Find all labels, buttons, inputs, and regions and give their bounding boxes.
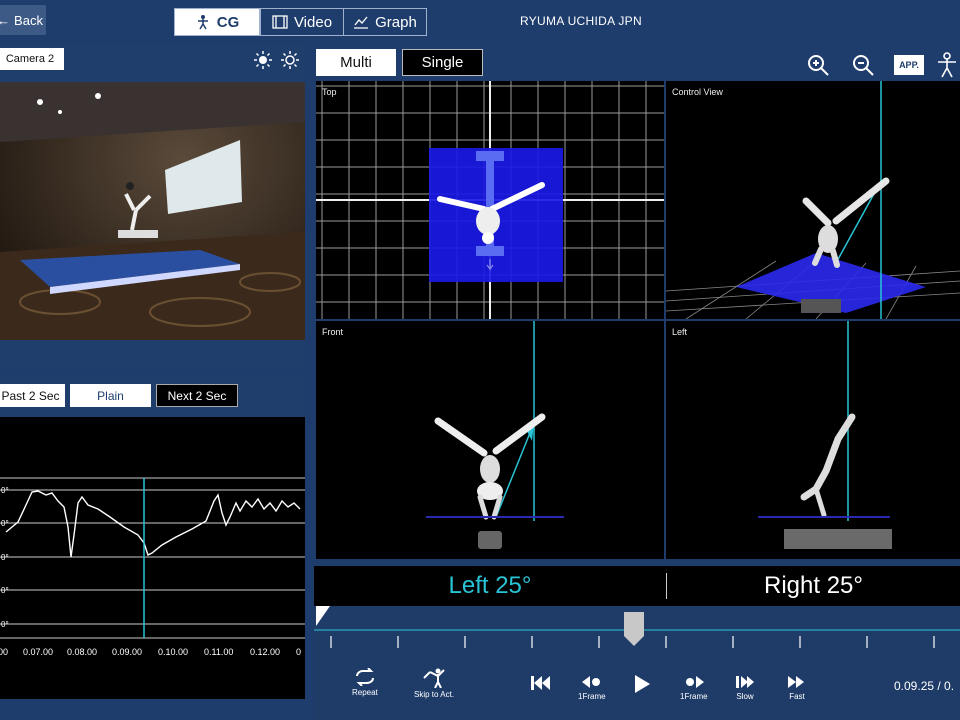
skip-start-icon: [531, 676, 550, 690]
front-view-label: Front: [322, 327, 344, 337]
play-button[interactable]: [632, 674, 652, 694]
slow-label: Slow: [736, 692, 754, 701]
angle-graph[interactable]: 0° 0° 0° 0° 0° 00 0.07.00 0.08.00 0.09.0…: [0, 417, 305, 699]
left-view[interactable]: Left: [666, 321, 960, 559]
timeline-scrubber[interactable]: [314, 606, 960, 656]
x-tick: 0.10.00: [158, 647, 188, 657]
x-tick: 0.08.00: [67, 647, 97, 657]
front-view[interactable]: Front: [316, 321, 664, 559]
top-view[interactable]: Top: [316, 81, 664, 319]
camera-scene: [0, 82, 305, 340]
repeat-label: Repeat: [352, 688, 378, 697]
x-tick: 0.11.00: [204, 647, 233, 657]
camera-video: [0, 82, 305, 340]
y-tick: 0°: [1, 486, 9, 495]
frame-forward-label: 1Frame: [680, 692, 708, 701]
figure-icon: [197, 15, 208, 30]
plain-button[interactable]: Plain: [70, 384, 151, 407]
tab-graph[interactable]: Graph: [343, 8, 427, 36]
skip-label: Skip to Act.: [414, 690, 455, 699]
camera-selector[interactable]: Camera 2: [0, 48, 64, 70]
play-icon: [635, 675, 650, 693]
settings-sun-icon[interactable]: [280, 50, 300, 75]
x-tick: 00: [0, 647, 8, 657]
frame-forward-icon: [685, 676, 704, 688]
multi-button[interactable]: Multi: [316, 49, 396, 76]
fast-label: Fast: [789, 692, 805, 701]
top-bar: [0, 0, 960, 40]
repeat-button[interactable]: Repeat: [352, 668, 378, 697]
y-tick: 0°: [1, 553, 9, 562]
fast-icon: [788, 676, 804, 688]
frame-back-icon: [581, 676, 600, 688]
app-button[interactable]: APP.: [894, 55, 924, 75]
y-tick: 0°: [1, 620, 9, 629]
tab-video[interactable]: Video: [260, 8, 344, 36]
control-view[interactable]: Control View: [666, 81, 960, 319]
fast-button[interactable]: Fast: [786, 674, 808, 701]
frame-forward-button[interactable]: 1Frame: [680, 674, 708, 701]
left-angle: Left 25°: [448, 572, 532, 599]
zoom-out-icon[interactable]: [850, 52, 876, 78]
skip-to-act-button[interactable]: Skip to Act.: [414, 668, 454, 699]
gymnast-icon: [423, 668, 445, 688]
tab-video-label: Video: [293, 13, 333, 31]
tab-cg[interactable]: CG: [174, 8, 260, 36]
slow-button[interactable]: Slow: [734, 674, 756, 701]
playhead[interactable]: [624, 612, 644, 646]
figure-icon[interactable]: [934, 52, 960, 78]
time-readout: 0.09.25 / 0.: [894, 679, 955, 693]
tab-cg-label: CG: [216, 13, 240, 31]
x-tick: 0.09.00: [112, 647, 142, 657]
timeline-panel: Repeat Skip to Act. 1Frame 1Frame Slow F…: [314, 606, 960, 720]
next-2-sec-button[interactable]: Next 2 Sec: [156, 384, 238, 407]
frame-back-button[interactable]: 1Frame: [578, 674, 606, 701]
top-view-label: Top: [322, 87, 337, 97]
right-angle: Right 25°: [764, 572, 863, 599]
y-tick: 0°: [1, 519, 9, 528]
brightness-icon[interactable]: [253, 50, 273, 75]
angle-readout: Left 25° Right 25°: [314, 566, 960, 606]
frame-back-label: 1Frame: [578, 692, 606, 701]
tab-graph-label: Graph: [375, 13, 417, 31]
back-arrow-icon: ←: [0, 12, 11, 28]
left-view-label: Left: [672, 327, 688, 337]
x-tick: 0: [296, 647, 301, 657]
single-button[interactable]: Single: [402, 49, 483, 76]
x-tick: 0.07.00: [23, 647, 53, 657]
control-view-label: Control View: [672, 87, 723, 97]
graph-icon: [354, 16, 369, 29]
repeat-icon: [355, 668, 374, 686]
zoom-in-icon[interactable]: [805, 52, 831, 78]
skip-start-button[interactable]: [530, 674, 552, 692]
x-tick: 0.12.00: [250, 647, 280, 657]
start-marker: [316, 606, 330, 626]
y-tick: 0°: [1, 586, 9, 595]
slow-icon: [736, 676, 754, 688]
past-2-sec-button[interactable]: Past 2 Sec: [0, 384, 65, 407]
athlete-name: RYUMA UCHIDA JPN: [520, 14, 642, 28]
back-button[interactable]: ← Back: [0, 5, 46, 35]
angle-curve: [5, 490, 301, 558]
back-label: Back: [14, 12, 43, 28]
film-icon: [272, 15, 288, 29]
